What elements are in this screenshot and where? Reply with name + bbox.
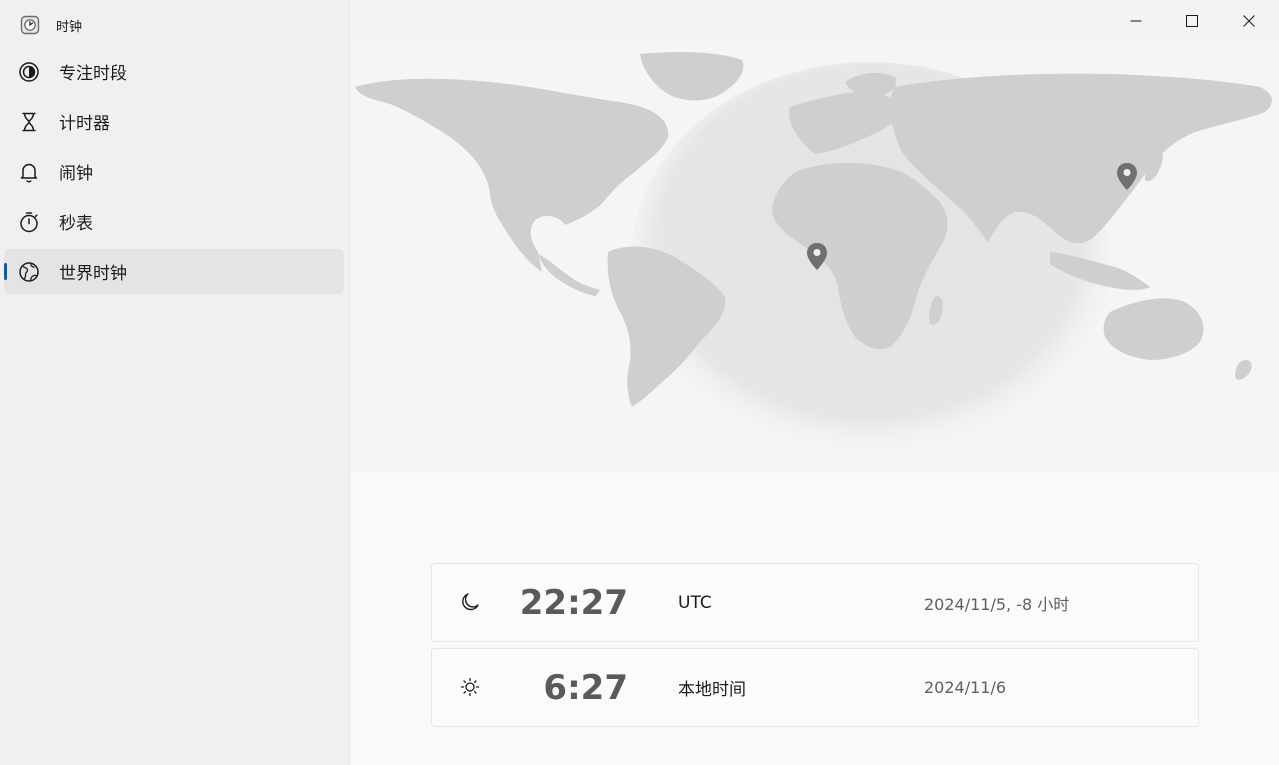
world-clock-card-utc[interactable]: 22:27 UTC 2024/11/5, -8 小时 — [431, 563, 1199, 642]
close-button[interactable] — [1221, 0, 1277, 42]
sidebar-item-label: 世界时钟 — [59, 264, 127, 284]
sidebar: 时钟 专注时段 计时器 闹钟 秒表 世界时钟 — [0, 0, 350, 765]
sidebar-item-label: 秒表 — [59, 214, 93, 234]
bell-icon — [18, 161, 40, 183]
focus-icon — [18, 61, 40, 83]
clock-date: 2024/11/5, -8 小时 — [924, 594, 1070, 614]
sidebar-item-stopwatch[interactable]: 秒表 — [4, 199, 344, 244]
clock-name: 本地时间 — [678, 680, 746, 700]
app-title: 时钟 — [56, 19, 83, 35]
maximize-button[interactable] — [1164, 0, 1220, 42]
close-icon — [1243, 15, 1255, 27]
sidebar-item-label: 闹钟 — [59, 164, 93, 184]
minimize-icon — [1130, 20, 1142, 22]
minimize-button[interactable] — [1108, 0, 1164, 42]
sidebar-item-focus[interactable]: 专注时段 — [4, 49, 344, 94]
clock-date: 2024/11/6 — [924, 678, 1007, 697]
sidebar-item-label: 专注时段 — [59, 64, 127, 84]
world-map — [350, 42, 1279, 472]
sidebar-item-world-clock[interactable]: 世界时钟 — [4, 249, 344, 294]
hourglass-icon — [18, 111, 40, 133]
main-content: 22:27 UTC 2024/11/5, -8 小时 6:27 本地时间 202… — [350, 0, 1279, 765]
title-bar — [350, 0, 1279, 42]
clock-time: 22:27 — [519, 582, 628, 623]
sidebar-nav: 专注时段 计时器 闹钟 秒表 世界时钟 — [4, 49, 344, 299]
clock-name: UTC — [678, 592, 712, 613]
clock-app-icon — [20, 15, 40, 35]
globe-icon — [18, 261, 40, 283]
stopwatch-icon — [18, 211, 40, 233]
world-clock-card-local[interactable]: 6:27 本地时间 2024/11/6 — [431, 648, 1199, 727]
app-title-bar: 时钟 — [20, 13, 82, 37]
maximize-icon — [1186, 15, 1198, 27]
sidebar-item-label: 计时器 — [59, 114, 110, 134]
sidebar-item-alarm[interactable]: 闹钟 — [4, 149, 344, 194]
clock-time: 6:27 — [543, 667, 628, 708]
sidebar-item-timer[interactable]: 计时器 — [4, 99, 344, 144]
selected-indicator — [4, 263, 7, 280]
